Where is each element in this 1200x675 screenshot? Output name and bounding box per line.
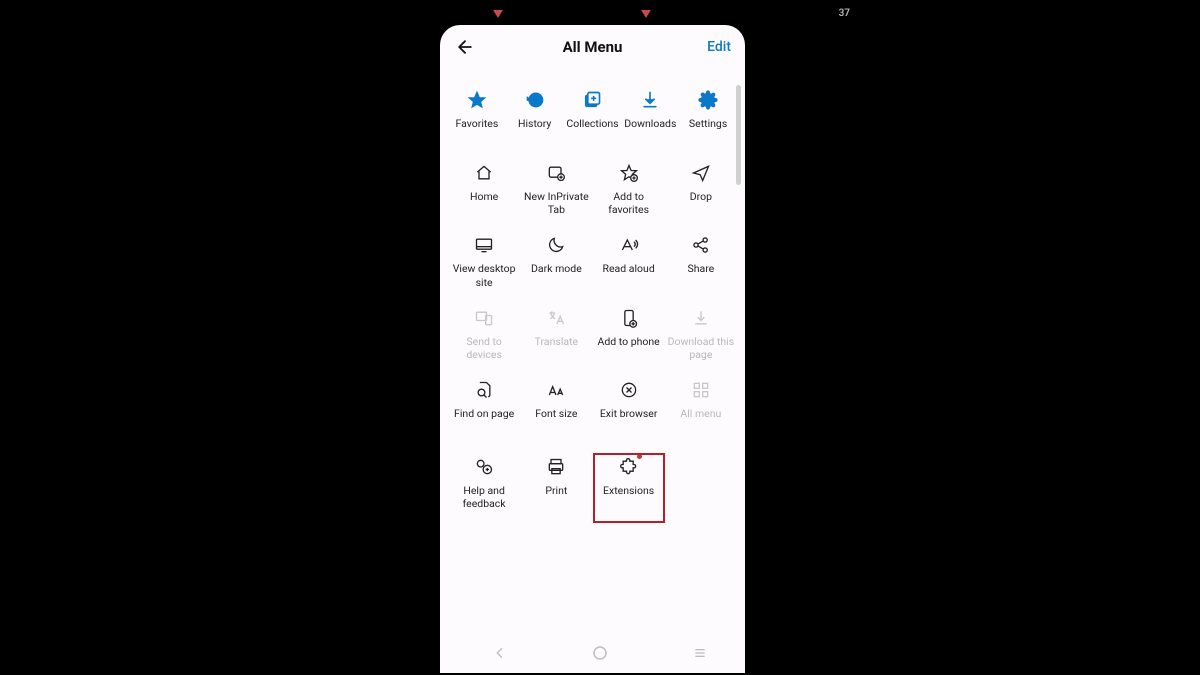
menu-label: All menu <box>680 407 721 420</box>
menu-label: Read aloud <box>603 262 655 275</box>
menu-label: Add to phone <box>597 335 659 348</box>
menu-row: Find on page Font size Exit browser <box>448 373 737 432</box>
download-icon <box>690 307 712 329</box>
help-and-feedback-item[interactable]: Help and feedback <box>448 450 520 522</box>
android-nav-bar <box>450 645 750 665</box>
edit-button[interactable]: Edit <box>707 39 731 55</box>
font-size-item[interactable]: Font size <box>520 373 592 432</box>
menu-label: Translate <box>535 335 578 348</box>
menu-label: Collections <box>566 117 618 130</box>
status-indicator-icon <box>493 10 503 18</box>
collections-icon <box>581 89 603 111</box>
android-status-bar: 37 <box>0 8 1200 22</box>
exit-icon <box>618 379 640 401</box>
menu-label: Dark mode <box>531 262 582 275</box>
menu-row: Home New InPrivate Tab Add to favorites <box>448 156 737 228</box>
history-icon <box>524 89 546 111</box>
nav-home-button[interactable] <box>591 644 609 666</box>
font-size-icon <box>545 379 567 401</box>
status-indicator-icon <box>641 10 651 18</box>
read-aloud-item[interactable]: Read aloud <box>593 228 665 300</box>
nav-back-button[interactable] <box>492 645 508 665</box>
menu-row: Send to devices Translate Add to phone <box>448 301 737 373</box>
menu-label: Extensions <box>603 484 654 497</box>
downloads-item[interactable]: Downloads <box>621 83 679 142</box>
menu-label: Drop <box>690 190 712 203</box>
phone-plus-icon <box>618 307 640 329</box>
scroll-indicator <box>736 85 741 185</box>
menu-label: Print <box>545 484 567 497</box>
battery-percent: 37 <box>839 8 850 19</box>
notification-badge <box>637 454 642 459</box>
dark-mode-item[interactable]: Dark mode <box>520 228 592 300</box>
moon-icon <box>545 234 567 256</box>
menu-grid: Favorites History Collections <box>440 69 745 522</box>
nav-recent-button[interactable] <box>692 645 708 665</box>
share-item[interactable]: Share <box>665 228 737 300</box>
menu-label: History <box>518 117 551 130</box>
menu-label: Home <box>470 190 498 203</box>
collections-item[interactable]: Collections <box>564 83 622 142</box>
menu-label: Download this page <box>667 335 735 361</box>
menu-label: New InPrivate Tab <box>522 190 590 216</box>
all-menu-item: All menu <box>665 373 737 432</box>
settings-item[interactable]: Settings <box>679 83 737 142</box>
feedback-icon <box>473 456 495 478</box>
inprivate-icon <box>545 162 567 184</box>
drop-item[interactable]: Drop <box>665 156 737 228</box>
translate-item: Translate <box>520 301 592 373</box>
find-on-page-item[interactable]: Find on page <box>448 373 520 432</box>
download-this-page-item: Download this page <box>665 301 737 373</box>
menu-label: Font size <box>535 407 577 420</box>
devices-icon <box>473 307 495 329</box>
extensions-item[interactable]: Extensions <box>593 450 665 522</box>
favorites-item[interactable]: Favorites <box>448 83 506 142</box>
panel-header: All Menu Edit <box>440 25 745 69</box>
panel-title: All Menu <box>440 38 745 56</box>
find-on-page-icon <box>473 379 495 401</box>
add-to-favorites-item[interactable]: Add to favorites <box>593 156 665 228</box>
add-to-phone-item[interactable]: Add to phone <box>593 301 665 373</box>
menu-label: Find on page <box>454 407 514 420</box>
menu-row: Help and feedback Print Extensions <box>448 450 737 522</box>
share-icon <box>690 234 712 256</box>
screen-stage: 37 All Menu Edit Favorites <box>0 0 1200 675</box>
new-inprivate-tab-item[interactable]: New InPrivate Tab <box>520 156 592 228</box>
print-item[interactable]: Print <box>520 450 592 522</box>
menu-label: View desktop site <box>450 262 518 288</box>
view-desktop-site-item[interactable]: View desktop site <box>448 228 520 300</box>
grid-icon <box>690 379 712 401</box>
download-icon <box>639 89 661 111</box>
menu-label: Help and feedback <box>450 484 518 510</box>
send-icon <box>690 162 712 184</box>
quick-access-row: Favorites History Collections <box>448 83 737 142</box>
menu-label: Downloads <box>624 117 676 130</box>
desktop-icon <box>473 234 495 256</box>
star-plus-icon <box>618 162 640 184</box>
exit-browser-item[interactable]: Exit browser <box>593 373 665 432</box>
home-icon <box>473 162 495 184</box>
home-item[interactable]: Home <box>448 156 520 228</box>
menu-label: Favorites <box>456 117 499 130</box>
print-icon <box>545 456 567 478</box>
send-to-devices-item: Send to devices <box>448 301 520 373</box>
menu-label: Send to devices <box>450 335 518 361</box>
history-item[interactable]: History <box>506 83 564 142</box>
menu-label: Settings <box>689 117 727 130</box>
menu-row: View desktop site Dark mode Read aloud <box>448 228 737 300</box>
menu-label: Exit browser <box>600 407 658 420</box>
translate-icon <box>545 307 567 329</box>
star-icon <box>466 89 488 111</box>
puzzle-icon <box>618 456 640 478</box>
read-aloud-icon <box>618 234 640 256</box>
menu-label: Add to favorites <box>595 190 663 216</box>
menu-label: Share <box>687 262 714 275</box>
all-menu-panel: All Menu Edit Favorites History <box>440 25 745 673</box>
gear-icon <box>697 89 719 111</box>
